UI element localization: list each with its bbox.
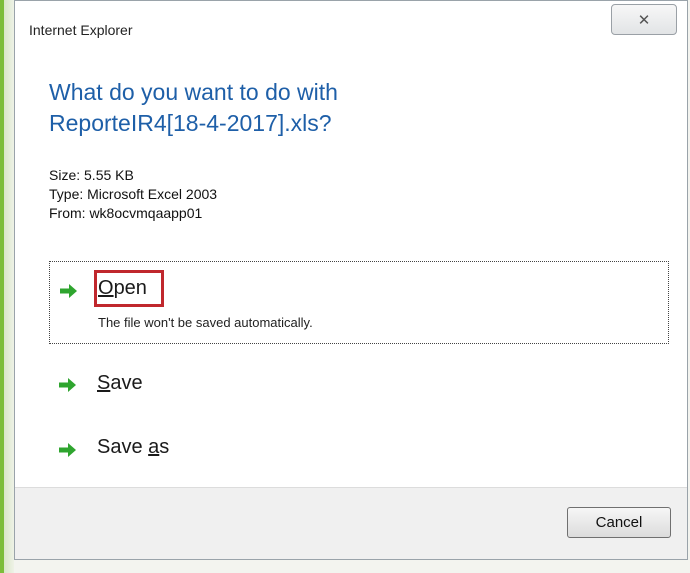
dialog-question: What do you want to do with ReporteIR4[1…: [49, 77, 609, 139]
file-source: From: wk8ocvmqaapp01: [49, 205, 203, 221]
dialog-footer: Cancel: [15, 487, 687, 559]
green-right-arrow-icon: [60, 284, 77, 298]
close-button[interactable]: ✕: [611, 4, 677, 35]
save-label: Save: [97, 372, 143, 394]
close-icon: ✕: [637, 11, 651, 29]
save-as-label: Save as: [97, 436, 170, 458]
save-as-option[interactable]: Save as: [49, 429, 669, 469]
file-size: Size: 5.55 KB: [49, 167, 134, 183]
window-title: Internet Explorer: [29, 22, 133, 38]
download-dialog: Internet Explorer ✕ What do you want to …: [14, 0, 688, 560]
highlight-box: [94, 270, 164, 307]
file-info: Size: 5.55 KB Type: Microsoft Excel 2003…: [49, 166, 217, 223]
file-type: Type: Microsoft Excel 2003: [49, 186, 218, 202]
save-option[interactable]: Save: [49, 366, 669, 406]
question-line-2: ReporteIR4[18-4-2017].xls?: [49, 110, 332, 136]
question-line-1: What do you want to do with: [49, 79, 338, 105]
green-right-arrow-icon: [59, 378, 76, 392]
background-green-edge: [0, 0, 14, 573]
open-option[interactable]: Open The file won't be saved automatical…: [49, 261, 669, 344]
title-bar: Internet Explorer ✕: [15, 1, 687, 45]
green-right-arrow-icon: [59, 443, 76, 457]
open-description: The file won't be saved automatically.: [98, 315, 313, 330]
cancel-button[interactable]: Cancel: [567, 507, 671, 538]
